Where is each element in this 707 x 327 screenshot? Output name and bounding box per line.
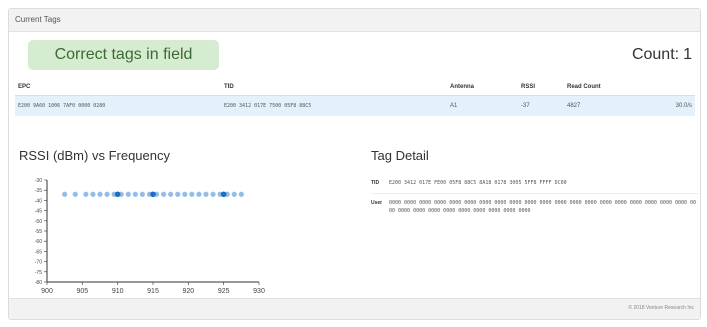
- header-rssi[interactable]: RSSI: [518, 79, 564, 96]
- data-point: [196, 191, 202, 197]
- header-epc[interactable]: EPC: [15, 79, 221, 96]
- y-tick-label: -60: [35, 239, 42, 245]
- data-point-highlight: [114, 191, 121, 198]
- user-row: User 0000 0000 0000 0000 0000 0000 0000 …: [371, 199, 699, 215]
- y-tick-label: -65: [35, 249, 42, 255]
- data-point: [168, 191, 174, 197]
- chart-title: RSSI (dBm) vs Frequency: [19, 148, 170, 163]
- header-read-count[interactable]: Read Count: [564, 79, 655, 96]
- footer: © 2018 Venture Research Inc: [9, 298, 700, 319]
- current-tags-panel: Current Tags Correct tags in field Count…: [8, 8, 701, 320]
- data-point: [83, 191, 89, 197]
- status-alert: Correct tags in field: [28, 40, 219, 70]
- data-point: [210, 191, 216, 197]
- tag-detail: TID E200 3412 017E FE00 05F8 88C5 8A18 0…: [371, 179, 699, 221]
- y-tick-label: -55: [35, 229, 42, 235]
- x-tick-label: 925: [218, 288, 230, 295]
- tid-row: TID E200 3412 017E FE00 05F8 88C5 8A18 0…: [371, 179, 699, 187]
- table-header-row: EPC TID Antenna RSSI Read Count: [15, 79, 695, 96]
- y-tick-label: -30: [35, 178, 42, 184]
- y-tick-label: -70: [35, 260, 42, 266]
- count-value: 1: [683, 46, 692, 63]
- data-point: [203, 191, 209, 197]
- copyright-text: © 2018 Venture Research Inc: [628, 305, 694, 311]
- data-point: [238, 191, 244, 197]
- data-point: [175, 191, 181, 197]
- table-row[interactable]: E200 9A60 1006 7AF0 0000 0280 E200 3412 …: [15, 95, 695, 116]
- header-tid[interactable]: TID: [221, 79, 447, 96]
- user-value: 0000 0000 0000 0000 0000 0000 0000 0000 …: [389, 200, 697, 214]
- y-tick-label: -45: [35, 209, 42, 215]
- user-label: User: [371, 200, 383, 206]
- tid-value: E200 3412 017E FE00 05F8 88C5 8A18 0178 …: [389, 180, 567, 186]
- data-point: [189, 191, 195, 197]
- x-tick-label: 915: [147, 288, 159, 295]
- header-rate: [655, 79, 695, 96]
- detail-divider: [371, 193, 699, 194]
- data-point: [97, 191, 103, 197]
- y-tick-label: -80: [35, 280, 42, 286]
- cell-tid: E200 3412 017E 7500 05F8 88C5: [221, 95, 447, 116]
- data-point-highlight: [150, 191, 156, 198]
- cell-rate: 30.0/s: [655, 95, 695, 116]
- data-point: [104, 191, 110, 197]
- y-tick-label: -75: [35, 270, 42, 276]
- cell-epc: E200 9A60 1006 7AF0 0000 0280: [15, 95, 221, 116]
- y-tick-label: -50: [35, 219, 42, 225]
- data-point-highlight: [220, 191, 227, 198]
- data-point: [182, 191, 188, 197]
- tag-count: Count: 1: [628, 46, 692, 64]
- x-tick-label: 930: [253, 288, 265, 295]
- panel-header: Current Tags: [9, 9, 700, 32]
- y-tick-label: -40: [35, 198, 42, 204]
- x-tick-label: 920: [182, 288, 194, 295]
- tag-detail-title: Tag Detail: [371, 148, 429, 163]
- data-point: [90, 191, 96, 197]
- rssi-frequency-chart: -30 -35 -40 -45 -50 -55 -60 -65 -70 -75 -80 900 905 9…: [35, 178, 265, 295]
- data-point: [161, 191, 167, 197]
- tags-table: EPC TID Antenna RSSI Read Count E200 9A6…: [15, 79, 695, 116]
- cell-read-count: 4827: [564, 95, 655, 116]
- y-tick-label: -35: [35, 188, 42, 194]
- header-antenna[interactable]: Antenna: [447, 79, 518, 96]
- data-point: [132, 191, 138, 197]
- x-tick-label: 910: [112, 288, 124, 295]
- data-point: [62, 191, 68, 197]
- cell-antenna: A1: [447, 95, 518, 116]
- data-point: [139, 191, 145, 197]
- cell-rssi: -37: [518, 95, 564, 116]
- data-point: [125, 191, 131, 197]
- x-tick-label: 900: [41, 288, 53, 295]
- tid-label: TID: [371, 180, 380, 186]
- data-point: [231, 191, 237, 197]
- data-point: [72, 191, 78, 197]
- x-tick-label: 905: [76, 288, 88, 295]
- count-label: Count:: [631, 46, 680, 63]
